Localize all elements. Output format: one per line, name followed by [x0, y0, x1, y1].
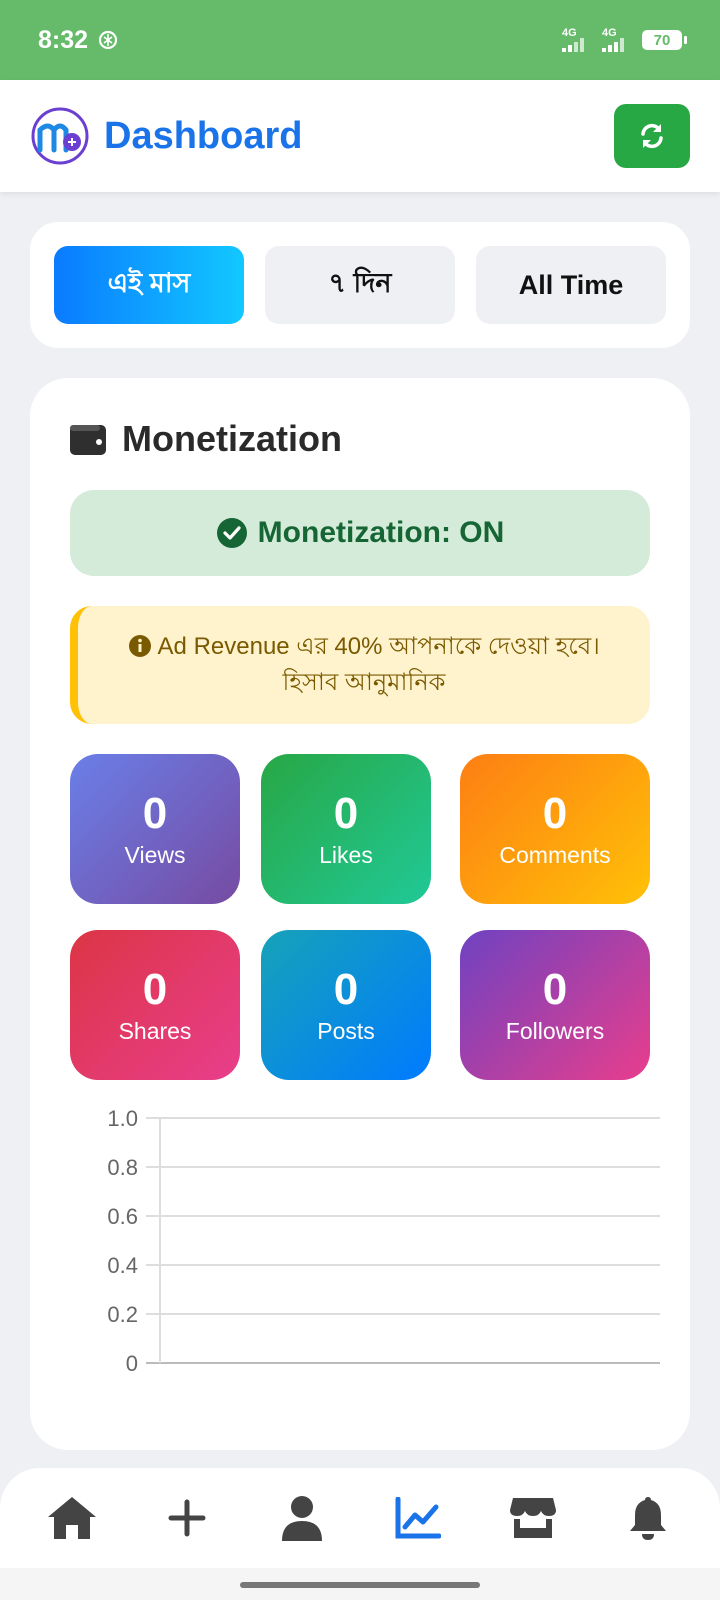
- nav-profile[interactable]: [267, 1483, 337, 1553]
- stat-label: Likes: [319, 841, 373, 868]
- filter-7-days-button[interactable]: ৭ দিন: [265, 246, 455, 324]
- stat-value: 0: [542, 788, 568, 838]
- user-icon: [282, 1496, 323, 1541]
- y-tick-label: 0.8: [107, 1155, 138, 1180]
- bell-icon: [630, 1497, 667, 1540]
- monetization-status-banner: Monetization: ON: [70, 490, 650, 576]
- stat-card-views: 0 Views: [70, 754, 240, 904]
- wallet-icon: [70, 425, 106, 455]
- filter-this-month-button[interactable]: এই মাস: [54, 246, 244, 324]
- app-header: Dashboard: [0, 80, 720, 192]
- status-time: 8:32: [38, 25, 89, 54]
- info-icon: [129, 635, 152, 657]
- section-header: Monetization: [70, 418, 342, 460]
- y-tick-label: 1.0: [107, 1108, 138, 1131]
- nav-home[interactable]: [37, 1483, 107, 1553]
- revenue-info-text: Ad Revenue এর 40% আপনাকে দেওয়া হবে। হিস…: [128, 629, 600, 701]
- signal-icon: [602, 38, 624, 52]
- stat-label: Views: [124, 841, 186, 868]
- stat-label: Shares: [118, 1017, 192, 1044]
- monetization-card: Monetization Monetization: ON Ad Revenue…: [30, 378, 690, 1450]
- store-icon: [509, 1498, 556, 1538]
- status-right: 4G 4G 70: [562, 28, 687, 52]
- status-left: 8:32: [38, 26, 120, 55]
- stat-card-likes: 0 Likes: [261, 754, 431, 904]
- stat-card-followers: 0 Followers: [460, 930, 650, 1080]
- section-title: Monetization: [122, 418, 342, 459]
- stat-label: Followers: [505, 1017, 605, 1044]
- stat-label: Posts: [317, 1017, 375, 1044]
- stat-card-shares: 0 Shares: [70, 930, 240, 1080]
- date-filter-bar: এই মাস ৭ দিন All Time: [30, 222, 690, 348]
- nav-store[interactable]: [498, 1483, 568, 1553]
- stat-value: 0: [333, 788, 359, 838]
- y-tick-label: 0.6: [107, 1204, 138, 1229]
- stat-card-comments: 0 Comments: [460, 754, 650, 904]
- page-title: Dashboard: [104, 114, 303, 157]
- monetization-status-text: Monetization: ON: [257, 516, 505, 549]
- home-gesture-bar[interactable]: [240, 1582, 480, 1588]
- y-tick-label: 0.4: [107, 1253, 138, 1278]
- network-type-1: 4G: [562, 27, 577, 39]
- bottom-navigation: [0, 1468, 720, 1568]
- stat-label: Comments: [499, 841, 611, 868]
- network-type-2: 4G: [602, 27, 617, 39]
- revenue-info-box: Ad Revenue এর 40% আপনাকে দেওয়া হবে। হিস…: [70, 606, 650, 724]
- y-tick-label: 0: [126, 1351, 138, 1376]
- refresh-button[interactable]: [614, 104, 690, 168]
- info-line-2: হিসাব আনুমানিক: [282, 669, 446, 696]
- y-tick-label: 0.2: [107, 1302, 138, 1327]
- signal-2: 4G: [602, 28, 628, 52]
- app-notification-icon: [98, 30, 118, 50]
- battery-level: 70: [653, 31, 671, 49]
- system-nav-bar: [0, 1568, 720, 1600]
- nav-add[interactable]: [152, 1483, 222, 1553]
- status-bar: 8:32 4G 4G 70: [0, 0, 720, 80]
- add-icon: [168, 1499, 206, 1537]
- stat-value: 0: [333, 964, 359, 1014]
- home-icon: [47, 1497, 96, 1539]
- stat-value: 0: [142, 964, 168, 1014]
- signal-icon: [562, 38, 584, 52]
- chart-line-icon: [395, 1497, 441, 1539]
- engagement-chart: 1.0 0.8 0.6 0.4 0.2 0: [107, 1108, 660, 1376]
- nav-dashboard[interactable]: [383, 1483, 453, 1553]
- battery-indicator: 70: [642, 30, 687, 50]
- refresh-icon: [641, 123, 663, 149]
- nav-notifications[interactable]: [613, 1483, 683, 1553]
- info-line-1: Ad Revenue এর 40% আপনাকে দেওয়া হবে।: [157, 633, 600, 660]
- stat-value: 0: [142, 788, 168, 838]
- filter-all-time-button[interactable]: All Time: [476, 246, 666, 324]
- signal-1: 4G: [562, 28, 588, 52]
- app-logo-icon: [31, 107, 89, 165]
- stat-card-posts: 0 Posts: [261, 930, 431, 1080]
- stat-value: 0: [542, 964, 568, 1014]
- check-circle-icon: [216, 518, 247, 548]
